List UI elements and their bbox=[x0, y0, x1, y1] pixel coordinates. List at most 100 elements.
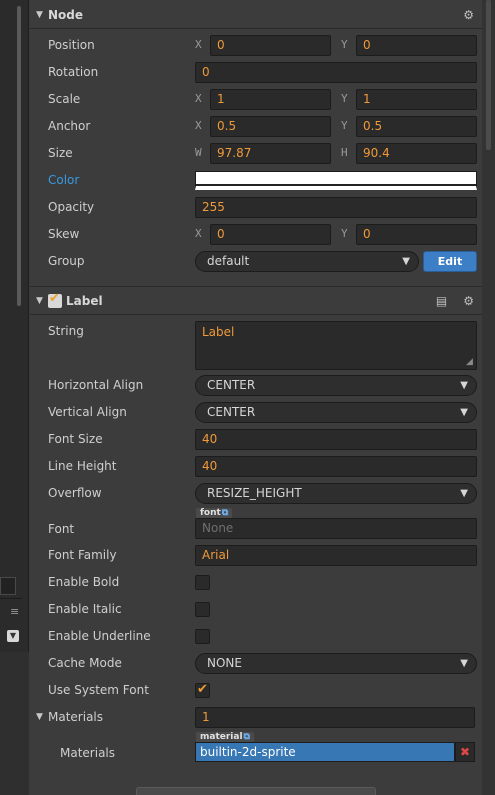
left-list-area bbox=[0, 652, 29, 795]
enable-underline-checkbox[interactable] bbox=[195, 629, 210, 644]
caret-down-icon: ▼ bbox=[460, 488, 468, 499]
anchor-row: Anchor X 0.5 Y 0.5 bbox=[30, 113, 482, 140]
material-asset-field[interactable]: builtin-2d-sprite bbox=[195, 742, 455, 762]
group-select-value: default bbox=[207, 254, 250, 268]
caret-down-icon: ▼ bbox=[402, 256, 410, 267]
inspector-scrollbar[interactable] bbox=[482, 0, 495, 795]
font-size-label: Font Size bbox=[48, 432, 103, 446]
overflow-select[interactable]: RESIZE_HEIGHT ▼ bbox=[195, 483, 477, 504]
line-height-input[interactable]: 40 bbox=[195, 456, 477, 477]
resize-handle-icon[interactable]: ◢ bbox=[466, 357, 473, 367]
anchor-y-axis: Y bbox=[341, 119, 348, 132]
skew-x-input[interactable]: 0 bbox=[210, 224, 331, 245]
group-edit-button[interactable]: Edit bbox=[423, 251, 477, 272]
cache-mode-select[interactable]: NONE ▼ bbox=[195, 653, 477, 674]
gear-icon[interactable]: ⚙ bbox=[463, 8, 474, 22]
scale-y-input[interactable]: 1 bbox=[356, 89, 477, 110]
expand-triangle-icon[interactable]: ▼ bbox=[36, 712, 43, 722]
use-system-font-checkbox[interactable] bbox=[195, 682, 210, 698]
font-family-row: Font Family Arial bbox=[30, 542, 482, 569]
scale-row: Scale X 1 Y 1 bbox=[30, 86, 482, 113]
skew-x-axis: X bbox=[195, 227, 202, 240]
scale-y-axis: Y bbox=[341, 92, 348, 105]
size-height-input[interactable]: 90.4 bbox=[356, 143, 477, 164]
book-icon[interactable]: ▤ bbox=[436, 294, 447, 308]
materials-count-input[interactable]: 1 bbox=[195, 707, 475, 728]
rotation-input[interactable]: 0 bbox=[195, 62, 477, 83]
group-select[interactable]: default ▼ bbox=[195, 251, 419, 272]
vertical-align-select[interactable]: CENTER ▼ bbox=[195, 402, 477, 423]
label-enabled-checkbox[interactable]: ✔ bbox=[48, 291, 62, 308]
gear-icon[interactable]: ⚙ bbox=[463, 294, 474, 308]
caret-down-icon: ▼ bbox=[460, 380, 468, 391]
vertical-align-row: Vertical Align CENTER ▼ bbox=[30, 399, 482, 426]
rotation-label: Rotation bbox=[48, 65, 99, 79]
color-swatch[interactable] bbox=[195, 171, 477, 190]
enable-bold-row: Enable Bold bbox=[30, 569, 482, 596]
menu-icon[interactable]: ≡ bbox=[10, 605, 19, 618]
anchor-y-input[interactable]: 0.5 bbox=[356, 116, 477, 137]
enable-underline-row: Enable Underline bbox=[30, 623, 482, 650]
caret-down-icon: ▼ bbox=[460, 407, 468, 418]
use-system-font-label: Use System Font bbox=[48, 683, 149, 697]
materials-label: Materials bbox=[48, 710, 104, 724]
add-component-button[interactable] bbox=[136, 787, 376, 795]
position-x-input[interactable]: 0 bbox=[210, 35, 331, 56]
font-asset-field[interactable]: None bbox=[195, 518, 477, 539]
position-y-input[interactable]: 0 bbox=[356, 35, 477, 56]
anchor-x-axis: X bbox=[195, 119, 202, 132]
opacity-row: Opacity 255 bbox=[30, 194, 482, 221]
group-row: Group default ▼ Edit bbox=[30, 248, 482, 275]
position-y-axis: Y bbox=[341, 38, 348, 51]
scrollbar-thumb[interactable] bbox=[486, 0, 491, 150]
material-tag-text: material bbox=[200, 732, 243, 742]
material-item-row: Materials material⧉ builtin-2d-sprite ✖ bbox=[30, 731, 482, 767]
font-family-input[interactable]: Arial bbox=[195, 545, 477, 566]
horizontal-align-label: Horizontal Align bbox=[48, 378, 144, 392]
left-input-fragment[interactable] bbox=[0, 577, 16, 595]
horizontal-align-row: Horizontal Align CENTER ▼ bbox=[30, 372, 482, 399]
enable-bold-checkbox[interactable] bbox=[195, 575, 210, 590]
vertical-align-label: Vertical Align bbox=[48, 405, 127, 419]
node-section-header[interactable]: ▼ Node ⚙ bbox=[30, 2, 482, 28]
position-row: Position X 0 Y 0 bbox=[30, 32, 482, 59]
materials-row: ▼ Materials 1 bbox=[30, 704, 482, 731]
horizontal-align-select[interactable]: CENTER ▼ bbox=[195, 375, 477, 396]
left-divider bbox=[0, 598, 22, 599]
external-link-icon[interactable]: ⧉ bbox=[222, 508, 228, 518]
rotation-row: Rotation 0 bbox=[30, 59, 482, 86]
collapse-triangle-icon[interactable]: ▼ bbox=[36, 296, 44, 306]
skew-row: Skew X 0 Y 0 bbox=[30, 221, 482, 248]
use-system-font-row: Use System Font bbox=[30, 677, 482, 704]
color-row: Color bbox=[30, 167, 482, 194]
checkmark-icon: ✔ bbox=[49, 291, 60, 306]
overflow-row: Overflow RESIZE_HEIGHT ▼ bbox=[30, 480, 482, 507]
color-label[interactable]: Color bbox=[48, 173, 79, 187]
font-row: Font font⧉ None bbox=[30, 507, 482, 543]
collapse-triangle-icon[interactable]: ▼ bbox=[36, 10, 44, 20]
skew-label: Skew bbox=[48, 227, 80, 241]
size-width-input[interactable]: 97.87 bbox=[210, 143, 331, 164]
scale-x-input[interactable]: 1 bbox=[210, 89, 331, 110]
enable-italic-checkbox[interactable] bbox=[195, 602, 210, 617]
opacity-input[interactable]: 255 bbox=[195, 197, 477, 218]
skew-y-input[interactable]: 0 bbox=[356, 224, 477, 245]
inspector-panel: ▼ Node ⚙ Position X 0 Y 0 Rotation 0 Sca… bbox=[30, 0, 495, 795]
font-size-input[interactable]: 40 bbox=[195, 429, 477, 450]
divider bbox=[30, 28, 482, 29]
font-size-row: Font Size 40 bbox=[30, 426, 482, 453]
external-link-icon[interactable]: ⧉ bbox=[244, 732, 250, 742]
label-section-header[interactable]: ▼ ✔ Label ▤ ⚙ bbox=[30, 288, 482, 314]
enable-bold-label: Enable Bold bbox=[48, 575, 120, 589]
enable-italic-label: Enable Italic bbox=[48, 602, 122, 616]
dropdown-icon[interactable]: ▼ bbox=[7, 630, 19, 642]
string-textarea[interactable]: Label bbox=[195, 321, 477, 370]
remove-icon[interactable]: ✖ bbox=[455, 742, 475, 762]
anchor-x-input[interactable]: 0.5 bbox=[210, 116, 331, 137]
node-section-title: Node bbox=[48, 8, 84, 22]
left-panel-strip: ≡ ▼ bbox=[0, 0, 29, 795]
line-height-label: Line Height bbox=[48, 459, 117, 473]
left-scrollbar[interactable] bbox=[17, 6, 21, 306]
position-label: Position bbox=[48, 38, 95, 52]
line-height-row: Line Height 40 bbox=[30, 453, 482, 480]
